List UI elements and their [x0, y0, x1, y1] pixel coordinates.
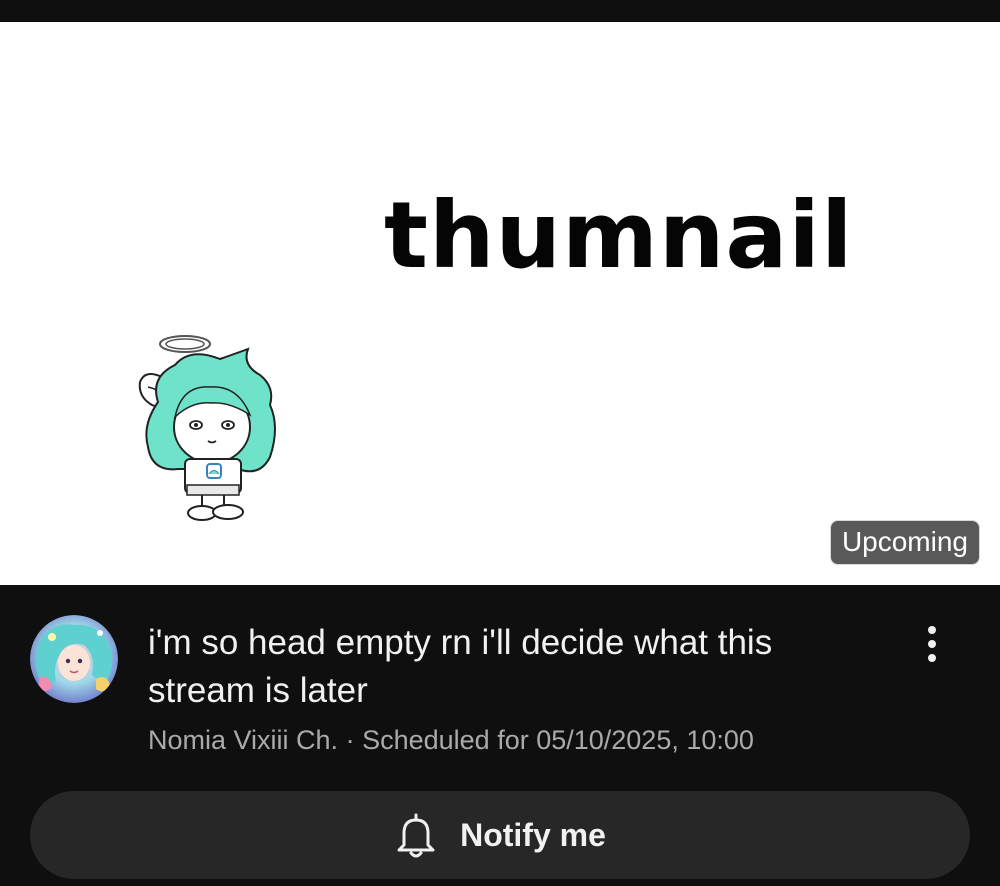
thumbnail-text: thumnail	[384, 182, 854, 289]
video-title[interactable]: i'm so head empty rn i'll decide what th…	[148, 619, 878, 715]
channel-avatar[interactable]	[30, 615, 118, 703]
notify-me-button[interactable]: Notify me	[30, 791, 970, 879]
video-details: i'm so head empty rn i'll decide what th…	[0, 585, 1000, 886]
bell-icon	[397, 813, 435, 858]
separator-dot: ·	[345, 725, 355, 755]
angel-mascot-icon	[138, 335, 276, 521]
avatar-image	[30, 615, 118, 703]
video-thumbnail[interactable]: thumnail Upcoming	[0, 22, 1000, 585]
video-card: thumnail Upcoming i'm so head empty rn i…	[0, 0, 1000, 886]
schedule-text: Scheduled for 05/10/2025, 10:00	[362, 725, 754, 755]
channel-name[interactable]: Nomia Vixiii Ch.	[148, 725, 338, 755]
video-subline: Nomia Vixiii Ch. · Scheduled for 05/10/2…	[148, 725, 754, 756]
top-bar	[0, 0, 1000, 22]
upcoming-badge: Upcoming	[829, 520, 980, 565]
notify-me-label: Notify me	[460, 816, 606, 853]
more-vert-icon[interactable]	[912, 621, 952, 669]
